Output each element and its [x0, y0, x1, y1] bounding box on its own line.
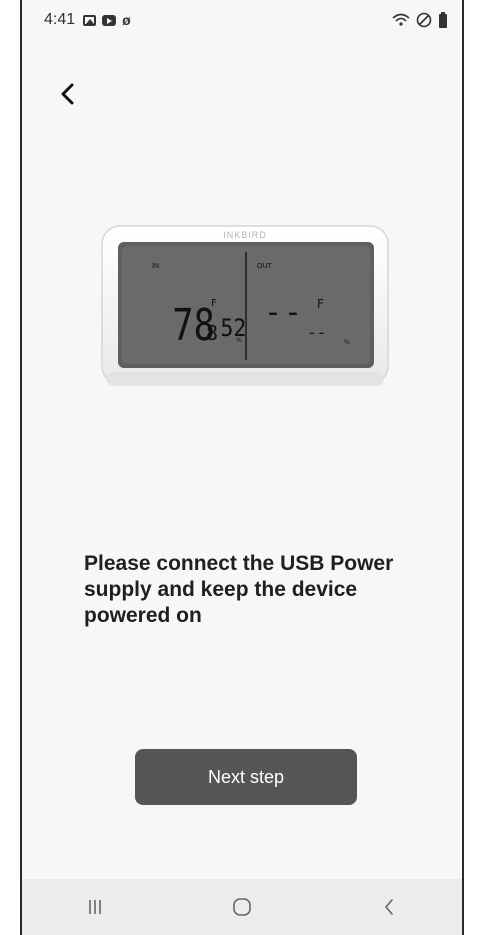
lcd-out-temperature: --: [264, 295, 304, 330]
next-step-button[interactable]: Next step: [135, 749, 357, 805]
status-time: 4:41: [44, 11, 76, 28]
nav-back-button[interactable]: [359, 887, 419, 927]
thermometer-device-image: INKBIRD IN OUT 78 F 8 52 % -- F -- %: [98, 222, 393, 390]
do-not-disturb-icon: [416, 12, 432, 28]
phone-screen: 4:41 ø INKBIRD IN OUT 78 F 8 52 % -- F -…: [20, 0, 464, 935]
lcd-out-temp-unit: F: [317, 297, 324, 311]
system-nav-bar: [22, 879, 462, 935]
status-bar: 4:41 ø: [22, 0, 462, 40]
home-button[interactable]: [212, 887, 272, 927]
youtube-icon: [102, 14, 117, 26]
back-icon: [384, 899, 393, 915]
rotate-icon: ø: [122, 11, 131, 28]
lcd-out-label: OUT: [257, 263, 273, 270]
lcd-out-humidity: --: [307, 323, 326, 342]
lcd-out-humidity-unit: %: [344, 339, 350, 346]
lcd-in-temp-decimal: 8: [206, 321, 218, 345]
chevron-left-icon: [61, 83, 74, 105]
recent-apps-icon: [89, 900, 102, 914]
back-button[interactable]: [52, 78, 84, 110]
recent-apps-button[interactable]: [65, 887, 125, 927]
screenshot-frame: 4:41 ø INKBIRD IN OUT 78 F 8 52 % -- F -…: [0, 0, 478, 935]
lcd-in-humidity: 52: [220, 315, 246, 342]
gallery-icon: [83, 14, 97, 26]
instruction-text: Please connect the USB Power supply and …: [84, 552, 394, 627]
next-step-label: Next step: [207, 766, 285, 787]
lcd-in-temp-unit: F: [211, 298, 217, 309]
home-icon: [233, 898, 251, 916]
wifi-icon: [392, 13, 410, 27]
lcd-in-label: IN: [152, 263, 159, 270]
battery-icon: [438, 12, 448, 28]
status-right-icons: [392, 12, 448, 28]
device-brand-label: INKBIRD: [223, 230, 267, 240]
lcd-in-humidity-unit: %: [236, 337, 242, 344]
